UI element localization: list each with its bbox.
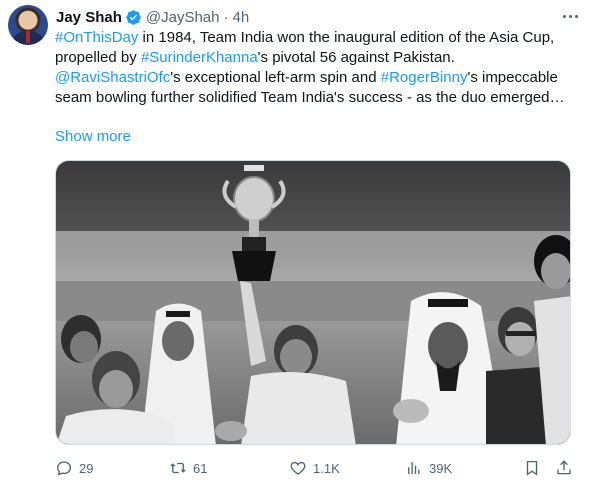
share-button[interactable]	[555, 458, 573, 478]
views-chart-icon	[408, 462, 420, 474]
verified-badge-icon	[126, 9, 141, 25]
repost-count: 61	[193, 460, 208, 476]
author-handle[interactable]: @JayShah	[146, 9, 220, 26]
share-icon	[557, 460, 571, 475]
like-count: 1.1K	[313, 460, 340, 476]
like-button[interactable]: 1.1K	[289, 458, 340, 478]
repost-button[interactable]: 61	[169, 458, 207, 478]
heart-icon	[290, 461, 306, 475]
avatar[interactable]	[8, 5, 48, 45]
tweet[interactable]: Jay Shah @JayShah · 4h #OnThisDay in 198…	[0, 0, 599, 493]
reply-count: 29	[79, 460, 94, 476]
mention-link[interactable]: @RaviShastriOfc	[55, 69, 170, 86]
tweet-actions: 29 61 1.1K 39K	[55, 458, 575, 480]
tweet-photo[interactable]	[55, 160, 571, 445]
author-name[interactable]: Jay Shah	[56, 9, 122, 26]
views-button[interactable]: 39K	[405, 458, 452, 478]
separator-dot: ·	[223, 8, 229, 26]
reply-icon	[56, 461, 72, 476]
tweet-header: Jay Shah @JayShah · 4h	[56, 7, 249, 27]
repost-icon	[170, 462, 186, 474]
views-count: 39K	[429, 460, 453, 476]
show-more-link[interactable]: Show more	[55, 128, 131, 146]
tweet-text-segment: 's exceptional left-arm spin and	[170, 69, 381, 86]
timestamp[interactable]: 4h	[232, 9, 249, 26]
hashtag-link[interactable]: #SurinderKhanna	[141, 49, 258, 66]
bookmark-button[interactable]	[523, 458, 541, 478]
hashtag-link[interactable]: #RogerBinny	[381, 69, 468, 86]
trophy-celebration-photo-icon	[56, 161, 570, 444]
tweet-text: #OnThisDay in 1984, Team India won the i…	[55, 28, 580, 108]
reply-button[interactable]: 29	[55, 458, 93, 478]
more-options-icon[interactable]	[559, 6, 581, 26]
bookmark-icon	[526, 460, 538, 476]
hashtag-link[interactable]: #OnThisDay	[55, 29, 138, 46]
tweet-text-segment: 's pivotal 56 against Pakistan.	[257, 49, 455, 66]
